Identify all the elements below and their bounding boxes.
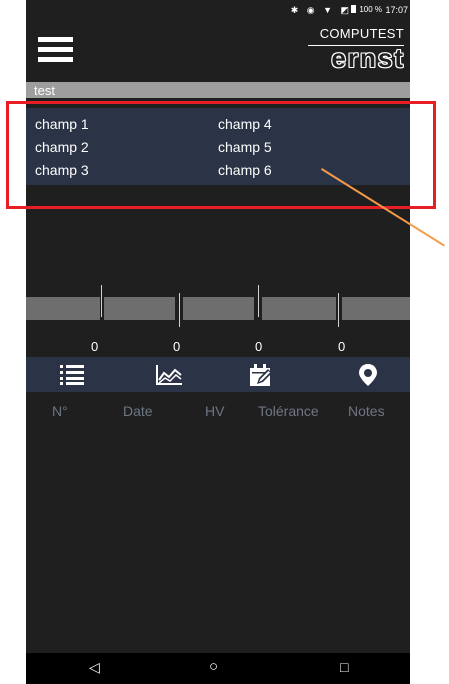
brand-subtitle: COMPUTEST [319, 26, 404, 41]
bar-divider [338, 293, 339, 327]
location-pin-icon[interactable] [358, 363, 378, 387]
recents-button[interactable]: □ [340, 659, 348, 675]
home-button[interactable]: ○ [209, 658, 218, 675]
bar-divider [179, 293, 180, 327]
chart-icon[interactable] [155, 364, 183, 386]
highlight-box [6, 101, 436, 209]
bar-divider [258, 285, 259, 317]
battery-icon [351, 5, 356, 13]
battery-level: 100 % [359, 5, 382, 14]
bar-5 [342, 297, 410, 320]
calendar-edit-icon[interactable] [248, 364, 274, 388]
counter-1: 0 [91, 339, 99, 354]
bar-3 [183, 297, 254, 320]
tab-notes[interactable]: Notes [348, 403, 385, 419]
counter-4: 0 [338, 339, 346, 354]
brand-logo: ernst [331, 43, 405, 73]
test-title: test [34, 83, 55, 98]
tab-date[interactable]: Date [123, 403, 153, 419]
status-icons: ✱ ◉ ▼ ◩ [290, 5, 352, 15]
list-icon[interactable] [59, 364, 85, 386]
tab-tolerance[interactable]: Tolérance [258, 403, 319, 419]
tab-icons-bar [26, 357, 410, 392]
bar-2 [104, 297, 175, 320]
counter-3: 0 [255, 339, 263, 354]
title-bar: test [26, 82, 410, 98]
system-nav-bar: ◁ ○ □ [26, 653, 410, 684]
top-bar: COMPUTEST ernst [26, 20, 410, 82]
bar-divider [101, 285, 102, 317]
clock: 17:07 [385, 5, 408, 15]
measurement-bars [26, 285, 410, 327]
menu-icon[interactable] [38, 37, 73, 62]
counter-2: 0 [173, 339, 181, 354]
bar-1 [26, 297, 100, 320]
tab-labels: N° Date HV Tolérance Notes [26, 403, 410, 421]
back-button[interactable]: ◁ [89, 659, 100, 676]
bar-4 [262, 297, 336, 320]
tab-hv[interactable]: HV [205, 403, 224, 419]
counter-row: 0 0 0 0 [26, 339, 410, 355]
tab-number[interactable]: N° [52, 403, 68, 419]
status-bar: ✱ ◉ ▼ ◩ 100 % 17:07 [26, 0, 410, 20]
